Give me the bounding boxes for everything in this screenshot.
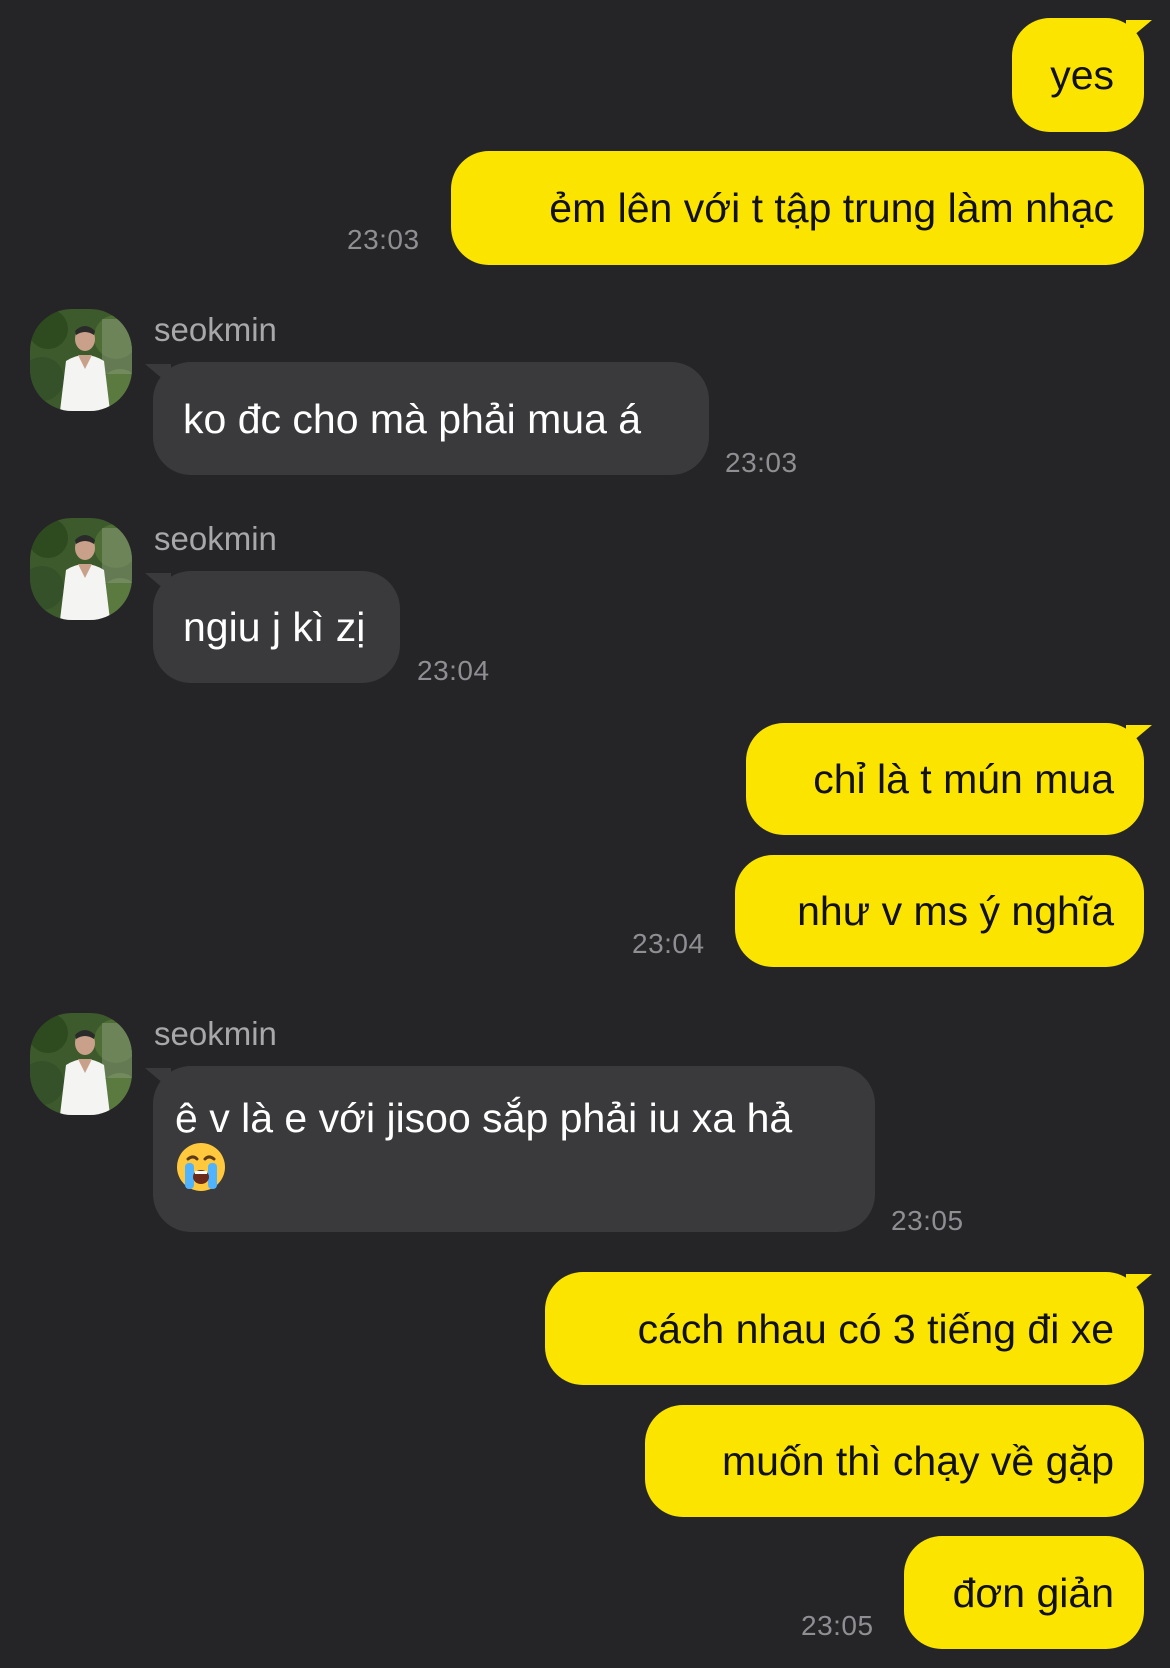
profile-photo-icon bbox=[30, 309, 132, 411]
message-text: chỉ là t mún mua bbox=[813, 756, 1114, 802]
outgoing-message-bubble[interactable]: đơn giản bbox=[904, 1536, 1144, 1649]
message-text: như v ms ý nghĩa bbox=[797, 888, 1114, 934]
contact-avatar[interactable] bbox=[30, 518, 132, 620]
bubble-tail bbox=[1126, 20, 1152, 42]
message-timestamp: 23:04 bbox=[632, 928, 705, 959]
contact-avatar[interactable] bbox=[30, 1013, 132, 1115]
outgoing-message-bubble[interactable]: chỉ là t mún mua bbox=[746, 723, 1152, 835]
outgoing-message-bubble[interactable]: cách nhau có 3 tiếng đi xe bbox=[545, 1272, 1152, 1385]
message-timestamp: 23:03 bbox=[347, 224, 420, 255]
profile-photo-icon bbox=[30, 1013, 132, 1115]
message-text: muốn thì chạy về gặp bbox=[721, 1438, 1114, 1484]
message-text: yes bbox=[1050, 52, 1114, 98]
message-timestamp: 23:03 bbox=[725, 447, 798, 478]
bubble-tail bbox=[145, 1068, 171, 1090]
message-text: ngiu j kì zị bbox=[183, 604, 366, 650]
outgoing-message-bubble[interactable]: yes bbox=[1012, 18, 1152, 132]
outgoing-message-bubble[interactable]: như v ms ý nghĩa bbox=[735, 855, 1144, 967]
outgoing-message-bubble[interactable]: muốn thì chạy về gặp bbox=[645, 1405, 1144, 1517]
incoming-message-bubble[interactable]: ko đc cho mà phải mua á bbox=[145, 362, 709, 475]
profile-photo-icon bbox=[30, 518, 132, 620]
incoming-message-bubble[interactable]: ê v là e với jisoo sắp phải iu xa hả bbox=[145, 1066, 875, 1232]
chat-thread: yes ẻm lên với t tập trung làm nhạc 23:0… bbox=[0, 0, 1170, 1668]
sender-name: seokmin bbox=[154, 1015, 277, 1052]
bubble-tail bbox=[1126, 1274, 1152, 1296]
message-text: cách nhau có 3 tiếng đi xe bbox=[637, 1305, 1114, 1352]
message-text: ẻm lên với t tập trung làm nhạc bbox=[549, 185, 1114, 231]
message-text: ko đc cho mà phải mua á bbox=[183, 395, 642, 442]
bubble-tail bbox=[145, 364, 171, 386]
message-timestamp: 23:04 bbox=[417, 655, 490, 686]
message-timestamp: 23:05 bbox=[801, 1610, 874, 1641]
bubble-tail bbox=[1126, 725, 1152, 747]
incoming-message-bubble[interactable]: ngiu j kì zị bbox=[145, 571, 400, 683]
message-text: đơn giản bbox=[952, 1569, 1114, 1616]
outgoing-message-bubble[interactable]: ẻm lên với t tập trung làm nhạc bbox=[451, 151, 1144, 265]
bubble-tail bbox=[145, 573, 171, 595]
sender-name: seokmin bbox=[154, 520, 277, 557]
sender-name: seokmin bbox=[154, 311, 277, 348]
message-text: ê v là e với jisoo sắp phải iu xa hả bbox=[175, 1095, 793, 1141]
message-timestamp: 23:05 bbox=[891, 1205, 964, 1236]
loudly-crying-face-icon bbox=[175, 1141, 227, 1205]
contact-avatar[interactable] bbox=[30, 309, 132, 411]
